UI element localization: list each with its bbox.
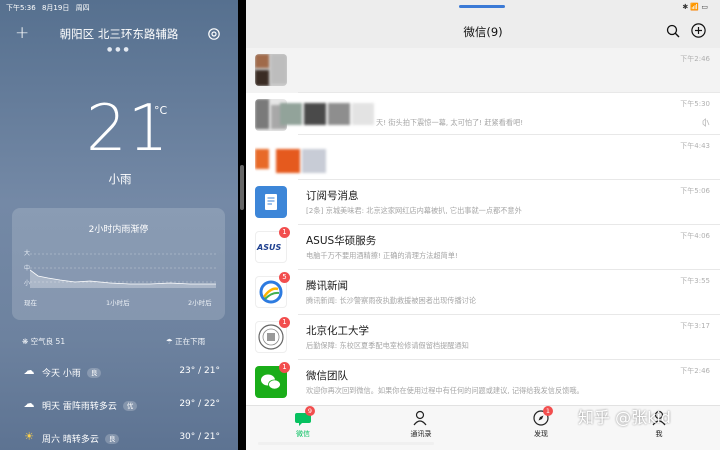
forecast-aqi: 良 xyxy=(86,368,102,378)
precipitation-card: 2小时内雨渐停 大 中 小 现在 1小时后 2小时后 xyxy=(12,208,225,320)
chat-time: 下午5:06 xyxy=(680,187,710,195)
chat-name: 北京化工大学 xyxy=(306,325,369,337)
status-time: 下午5:36 xyxy=(6,4,36,12)
chat-row-asus[interactable]: ASUS 1 ASUS华硕服务 电脑千万不要用酒精擦! 正确的清理方法超简单! … xyxy=(246,225,720,270)
chat-time: 下午2:46 xyxy=(680,367,710,375)
location-title: 朝阳区 北三环东路辅路 xyxy=(59,27,179,41)
chat-time: 下午3:55 xyxy=(680,277,710,285)
aqi-text: 空气良 51 xyxy=(30,337,66,346)
blurred-name xyxy=(276,149,330,173)
chat-name: ASUS华硕服务 xyxy=(306,235,377,247)
status-date: 8月19日 xyxy=(41,4,70,12)
rain-cloud-icon: ☁ xyxy=(23,364,35,377)
forecast-row[interactable]: ☁ 明天 雷阵雨转多云优 29° / 22° xyxy=(22,397,221,413)
chat-row-wechat-team[interactable]: 1 微信团队 欢迎你再次回到微信。如果你在使用过程中有任何的问题或建议, 记得给… xyxy=(246,360,720,405)
weather-app: 下午5:36 8月19日 周四 + 朝阳区 北三环东路辅路 ●●● 21 °C … xyxy=(0,0,238,450)
chat-row-buct[interactable]: 1 北京化工大学 后勤保障: 东校区夏季配电室检修请假留档提醒通知 下午3:17 xyxy=(246,315,720,360)
rain-now-text: 正在下雨 xyxy=(175,337,206,346)
forecast-day: 周六 晴转多云 xyxy=(42,435,99,445)
thunder-cloud-icon: ☁ xyxy=(23,397,35,410)
asus-logo: ASUS xyxy=(257,243,282,252)
chat-time: 下午3:17 xyxy=(680,322,710,330)
subscription-icon xyxy=(265,194,277,210)
chat-time: 下午4:43 xyxy=(680,142,710,150)
chat-preview: 后勤保障: 东校区夏季配电室检修请假留档提醒通知 xyxy=(306,341,469,350)
chat-row-tencent-news[interactable]: 5 腾讯新闻 腾讯新闻: 长沙警察雨夜执勤救援被困者出现传播讨论 下午3:55 xyxy=(246,270,720,315)
system-icons: ✱ 📶 ▭ xyxy=(682,3,708,11)
aqi-label: ❋ 空气良 51 xyxy=(22,337,66,346)
window-handle[interactable] xyxy=(459,5,505,8)
x-label-1h: 1小时后 xyxy=(106,299,130,307)
tab-chats[interactable]: 9 微信 xyxy=(268,406,338,439)
mute-icon xyxy=(702,118,710,127)
contacts-icon xyxy=(413,410,427,426)
unread-badge: 1 xyxy=(279,362,290,373)
chat-row-subscriptions[interactable]: 订阅号消息 [2条] 京城美味君: 北京这家网红店内幕被扒, 它出事就一点都不意… xyxy=(246,180,720,225)
unread-badge: 1 xyxy=(279,317,290,328)
chat-name: 微信团队 xyxy=(306,370,348,382)
chat-preview: 天! 街头拍下震惊一幕, 太可怕了! 赶紧看看吧! xyxy=(376,118,524,127)
forecast-aqi: 优 xyxy=(122,401,138,411)
avatar xyxy=(255,54,287,86)
x-label-now: 现在 xyxy=(24,299,37,307)
wechat-app: ✱ 📶 ▭ 微信(9) 下午2:46 天! 街头拍下震惊一幕, 太可怕了! 赶紧… xyxy=(246,0,720,450)
current-condition: 小雨 xyxy=(108,172,132,186)
tab-label: 我 xyxy=(655,430,663,438)
chat-time: 下午4:06 xyxy=(680,232,710,240)
page-title: 微信(9) xyxy=(463,25,503,39)
tab-badge: 9 xyxy=(305,406,315,416)
tab-label: 发现 xyxy=(534,430,548,438)
chat-preview: 电脑千万不要用酒精擦! 正确的清理方法超简单! xyxy=(306,251,458,260)
chat-preview: [2条] 京城美味君: 北京这家网红店内幕被扒, 它出事就一点都不意外 xyxy=(306,206,522,215)
add-icon[interactable] xyxy=(691,23,706,38)
tab-contacts[interactable]: 通讯录 xyxy=(386,409,456,439)
chat-time: 下午2:46 xyxy=(680,55,710,63)
home-indicator[interactable] xyxy=(258,442,434,445)
forecast-temps: 30° / 21° xyxy=(179,432,220,442)
forecast-row[interactable]: ☀ 周六 晴转多云良 30° / 21° xyxy=(22,430,220,446)
add-city-icon[interactable]: + xyxy=(15,25,29,42)
chat-row[interactable]: 下午2:46 xyxy=(246,48,720,93)
tab-badge: 1 xyxy=(543,406,553,416)
forecast-row[interactable]: ☁ 今天 小雨良 23° / 21° xyxy=(22,364,221,380)
wechat-header: ✱ 📶 ▭ 微信(9) xyxy=(246,0,720,48)
chat-name: 订阅号消息 xyxy=(306,190,359,202)
split-screen: 下午5:36 8月19日 周四 + 朝阳区 北三环东路辅路 ●●● 21 °C … xyxy=(0,0,720,450)
unread-badge: 1 xyxy=(279,227,290,238)
chat-row[interactable]: 下午4:43 xyxy=(246,135,720,180)
x-label-2h: 2小时后 xyxy=(188,299,212,307)
forecast-aqi: 良 xyxy=(104,434,120,444)
forecast-day: 今天 小雨 xyxy=(42,369,81,379)
split-divider[interactable] xyxy=(238,0,246,450)
avatar xyxy=(255,186,287,218)
watermark: 知乎 @张kid xyxy=(578,408,671,427)
tab-discover[interactable]: 1 发现 xyxy=(506,406,576,439)
tab-label: 微信 xyxy=(296,430,310,438)
tab-label: 通讯录 xyxy=(410,430,432,438)
forecast-temps: 29° / 22° xyxy=(179,399,220,409)
blurred-name xyxy=(272,95,376,125)
precipitation-title: 2小时内雨渐停 xyxy=(88,225,149,235)
rain-now-label: ☂ 正在下雨 xyxy=(166,337,206,346)
precipitation-curve xyxy=(30,253,216,288)
forecast-day: 明天 雷阵雨转多云 xyxy=(42,402,117,412)
chat-row[interactable]: 天! 街头拍下震惊一幕, 太可怕了! 赶紧看看吧! 下午5:30 xyxy=(246,93,720,135)
search-icon[interactable] xyxy=(666,24,680,38)
divider-handle[interactable] xyxy=(240,165,244,210)
status-bar: 下午5:36 8月19日 周四 xyxy=(6,3,94,13)
unread-badge: 5 xyxy=(279,272,290,283)
page-dots: ●●● xyxy=(107,46,132,53)
sun-cloud-icon: ☀ xyxy=(24,430,34,443)
temperature-unit: °C xyxy=(154,104,168,117)
chat-name: 腾讯新闻 xyxy=(306,280,348,292)
chat-preview: 欢迎你再次回到微信。如果你在使用过程中有任何的问题或建议, 记得给我发信反馈哦。 xyxy=(306,386,584,395)
chat-preview: 腾讯新闻: 长沙警察雨夜执勤救援被困者出现传播讨论 xyxy=(306,296,477,305)
forecast-temps: 23° / 21° xyxy=(179,366,220,376)
status-weekday: 周四 xyxy=(75,4,90,12)
chat-time: 下午5:30 xyxy=(680,100,710,108)
settings-icon[interactable] xyxy=(207,27,221,41)
